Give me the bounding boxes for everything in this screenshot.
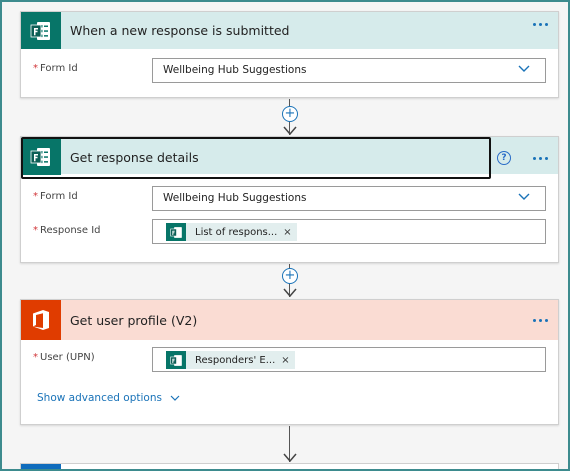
office-icon: [21, 300, 61, 340]
get-response-details-card: Get response details ? * Form Id Wellbein…: [20, 136, 559, 263]
get-user-profile-card: Get user profile (V2) * User (UPN) Respon…: [20, 299, 559, 425]
user-upn-input[interactable]: Responders' E... ×: [152, 347, 546, 372]
selection-outline: [21, 137, 491, 179]
remove-token-button[interactable]: ×: [283, 227, 296, 238]
more-options-button[interactable]: [533, 319, 548, 322]
token-label: List of respons...: [195, 226, 278, 238]
form-id-value: Wellbeing Hub Suggestions: [163, 192, 307, 204]
help-icon[interactable]: ?: [497, 151, 511, 165]
arrow-down-icon: [283, 126, 297, 135]
trigger-title: When a new response is submitted: [70, 23, 290, 38]
dynamic-content-token[interactable]: Responders' E... ×: [166, 351, 295, 369]
next-step-card[interactable]: [20, 463, 559, 471]
form-id-dropdown[interactable]: Wellbeing Hub Suggestions: [152, 186, 546, 211]
required-mark: *: [33, 191, 38, 202]
chevron-down-icon: [518, 65, 530, 72]
next-step-icon: [21, 464, 61, 471]
form-id-label: Form Id: [40, 191, 78, 202]
user-upn-label: User (UPN): [40, 352, 95, 363]
action-title: Get user profile (V2): [70, 312, 198, 328]
forms-icon: [166, 351, 186, 369]
response-id-label: Response Id: [40, 225, 101, 236]
required-mark: *: [33, 225, 38, 236]
form-id-value: Wellbeing Hub Suggestions: [163, 64, 307, 76]
form-id-label: Form Id: [40, 63, 78, 74]
trigger-card: When a new response is submitted * Form I…: [20, 11, 559, 98]
forms-icon: [21, 12, 61, 49]
dynamic-content-token[interactable]: List of respons... ×: [166, 223, 297, 241]
get-user-profile-header[interactable]: Get user profile (V2): [21, 300, 558, 340]
advanced-options-label: Show advanced options: [37, 392, 162, 404]
arrow-down-icon: [283, 288, 297, 297]
chevron-down-icon: [170, 395, 180, 401]
show-advanced-options-link[interactable]: Show advanced options: [37, 392, 180, 404]
more-options-button[interactable]: [533, 157, 548, 160]
response-id-input[interactable]: List of respons... ×: [152, 219, 546, 244]
required-mark: *: [33, 352, 38, 363]
token-label: Responders' E...: [195, 354, 276, 366]
add-step-button[interactable]: +: [282, 268, 298, 284]
add-step-button[interactable]: +: [282, 106, 298, 122]
get-response-details-header[interactable]: Get response details ?: [21, 137, 558, 179]
form-id-dropdown[interactable]: Wellbeing Hub Suggestions: [152, 58, 546, 83]
more-options-button[interactable]: [533, 23, 548, 26]
required-mark: *: [33, 63, 38, 74]
forms-icon: [166, 223, 186, 241]
chevron-down-icon: [518, 193, 530, 200]
remove-token-button[interactable]: ×: [281, 355, 294, 366]
arrow-down-icon: [283, 453, 297, 462]
trigger-card-header[interactable]: When a new response is submitted: [21, 12, 558, 49]
